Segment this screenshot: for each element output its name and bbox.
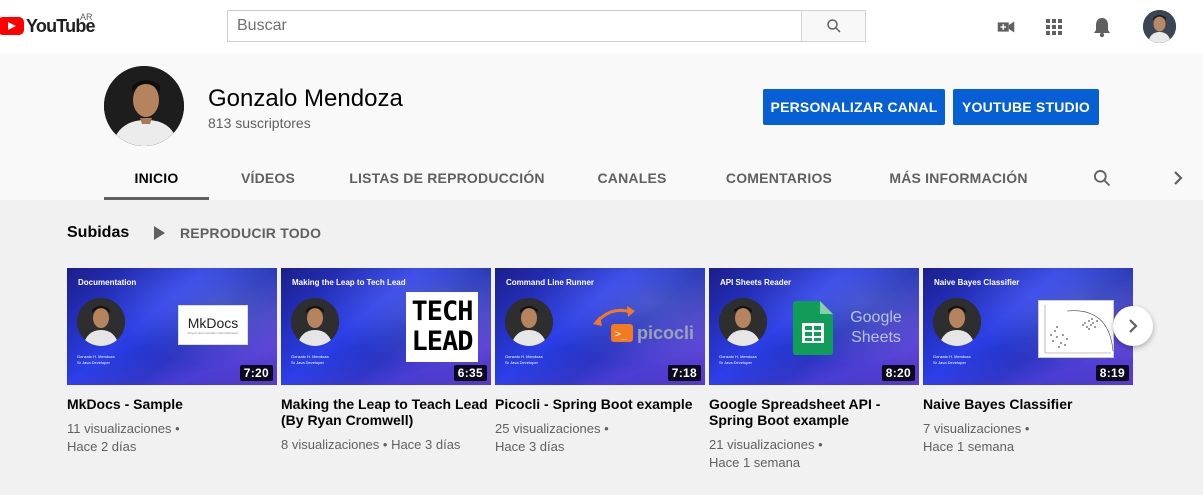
video-title[interactable]: Making the Leap to Teach Lead (By Ryan C… <box>281 396 491 428</box>
video-title[interactable]: Naive Bayes Classifier <box>923 396 1133 412</box>
tab-playlists[interactable]: LISTAS DE REPRODUCCIÓN <box>348 156 546 200</box>
tech-lead-art: TECH LEAD <box>406 292 478 362</box>
video-thumbnail[interactable]: Naive Bayes Classifier Gonzalo H. Mendoz… <box>923 268 1133 385</box>
youtube-play-icon <box>0 17 24 35</box>
search-input[interactable]: Buscar <box>227 10 802 42</box>
presenter-caption: Gonzalo H. Mendoza Sr Java Developer <box>505 354 543 365</box>
shelf-next-button[interactable] <box>1113 306 1153 346</box>
customize-channel-button[interactable]: PERSONALIZAR CANAL <box>763 89 945 125</box>
channel-header: Gonzalo Mendoza 813 suscriptores PERSONA… <box>0 54 1203 200</box>
tab-comments[interactable]: COMENTARIOS <box>718 156 840 200</box>
mkdocs-art: MkDocs Project documentation with Markdo… <box>178 305 248 345</box>
country-code: AR <box>80 12 93 22</box>
tab-videos[interactable]: VÍDEOS <box>228 156 308 200</box>
video-views: 21 visualizaciones <box>709 437 815 452</box>
play-all-button[interactable]: REPRODUCIR TODO <box>154 225 321 241</box>
video-thumbnail[interactable]: API Sheets Reader Gonzalo H. Mendoza Sr J… <box>709 268 919 385</box>
account-avatar[interactable] <box>1143 10 1176 43</box>
channel-tabs: INICIO VÍDEOS LISTAS DE REPRODUCCIÓN CAN… <box>0 156 1203 200</box>
video-age: Hace 3 días <box>391 437 461 452</box>
video-meta: 7 visualizaciones • Hace 1 semana <box>923 421 1030 454</box>
video-meta: 21 visualizaciones • Hace 1 semana <box>709 437 823 470</box>
tab-channels[interactable]: CANALES <box>588 156 676 200</box>
tab-inicio[interactable]: INICIO <box>104 156 209 200</box>
video-duration: 6:35 <box>453 365 487 381</box>
youtube-studio-button[interactable]: YOUTUBE STUDIO <box>953 89 1099 125</box>
video-age: Hace 2 días <box>67 439 137 454</box>
svg-text:>_: >_ <box>615 329 628 340</box>
channel-search-icon[interactable] <box>1088 156 1116 200</box>
presenter-photo <box>719 298 767 346</box>
video-duration: 8:20 <box>881 365 915 381</box>
presenter-photo <box>77 298 125 346</box>
tab-about[interactable]: MÁS INFORMACIÓN <box>882 156 1035 200</box>
channel-name: Gonzalo Mendoza <box>208 85 403 112</box>
video-views: 7 visualizaciones <box>923 421 1022 436</box>
video-card[interactable]: API Sheets Reader Gonzalo H. Mendoza Sr J… <box>709 268 919 472</box>
picocli-logo: >_ picocli <box>591 302 701 344</box>
video-thumbnail[interactable]: Making the Leap to Tech Lead Gonzalo H. … <box>281 268 491 385</box>
video-views: 8 visualizaciones <box>281 437 380 452</box>
video-age: Hace 1 semana <box>923 439 1015 454</box>
video-thumbnail[interactable]: Documentation Gonzalo H. Mendoza Sr Java … <box>67 268 277 385</box>
search-icon <box>826 19 841 33</box>
video-duration: 7:18 <box>667 365 701 381</box>
video-card[interactable]: Command Line Runner Gonzalo H. Mendoza Sr… <box>495 268 705 456</box>
video-meta: 25 visualizaciones • Hace 3 días <box>495 421 609 454</box>
presenter-photo <box>505 298 553 346</box>
notifications-bell-icon[interactable] <box>1090 15 1114 39</box>
presenter-photo <box>291 298 339 346</box>
video-age: Hace 3 días <box>495 439 565 454</box>
video-card[interactable]: Naive Bayes Classifier Gonzalo H. Mendoz… <box>923 268 1133 456</box>
apps-grid-icon[interactable] <box>1042 15 1066 39</box>
video-views: 11 visualizaciones <box>67 421 172 436</box>
channel-avatar <box>104 66 184 146</box>
video-meta: 11 visualizaciones • Hace 2 días <box>67 421 180 454</box>
video-duration: 7:20 <box>239 365 273 381</box>
presenter-caption: Gonzalo H. Mendoza Sr Java Developer <box>933 354 971 365</box>
presenter-caption: Gonzalo H. Mendoza Sr Java Developer <box>719 354 757 365</box>
chevron-right-icon <box>1129 319 1138 333</box>
presenter-caption: Gonzalo H. Mendoza Sr Java Developer <box>77 354 115 365</box>
masthead: YouTube AR Buscar <box>0 0 1203 54</box>
presenter-photo <box>933 298 981 346</box>
video-card[interactable]: Making the Leap to Tech Lead Gonzalo H. … <box>281 268 491 454</box>
google-sheets-icon <box>793 301 833 360</box>
create-video-icon[interactable] <box>994 15 1018 39</box>
video-title[interactable]: Picocli - Spring Boot example <box>495 396 705 412</box>
presenter-caption: Gonzalo H. Mendoza Sr Java Developer <box>291 354 329 365</box>
google-sheets-wordmark: Google Sheets <box>850 309 902 346</box>
scatter-plot-image <box>1038 300 1114 358</box>
video-views: 25 visualizaciones <box>495 421 601 436</box>
play-all-label: REPRODUCIR TODO <box>180 225 322 241</box>
tabs-scroll-right-icon[interactable] <box>1168 156 1188 200</box>
video-card[interactable]: Documentation Gonzalo H. Mendoza Sr Java … <box>67 268 277 456</box>
play-icon <box>154 226 165 240</box>
video-title[interactable]: Google Spreadsheet API - Spring Boot exa… <box>709 396 919 428</box>
video-duration: 8:19 <box>1095 365 1129 381</box>
thumbnail-heading: API Sheets Reader <box>720 278 792 287</box>
search-button[interactable] <box>801 10 866 42</box>
uploads-title: Subidas <box>67 224 130 241</box>
subscriber-count: 813 suscriptores <box>208 115 311 131</box>
thumbnail-heading: Command Line Runner <box>506 278 595 287</box>
video-title[interactable]: MkDocs - Sample <box>67 396 277 412</box>
youtube-logo[interactable]: YouTube AR <box>0 12 96 38</box>
video-age: Hace 1 semana <box>709 455 801 470</box>
video-thumbnail[interactable]: Command Line Runner Gonzalo H. Mendoza Sr… <box>495 268 705 385</box>
thumbnail-heading: Documentation <box>78 278 137 287</box>
thumbnail-heading: Making the Leap to Tech Lead <box>292 278 406 287</box>
video-meta: 8 visualizaciones • Hace 3 días <box>281 437 461 452</box>
thumbnail-heading: Naive Bayes Classifier <box>934 278 1020 287</box>
